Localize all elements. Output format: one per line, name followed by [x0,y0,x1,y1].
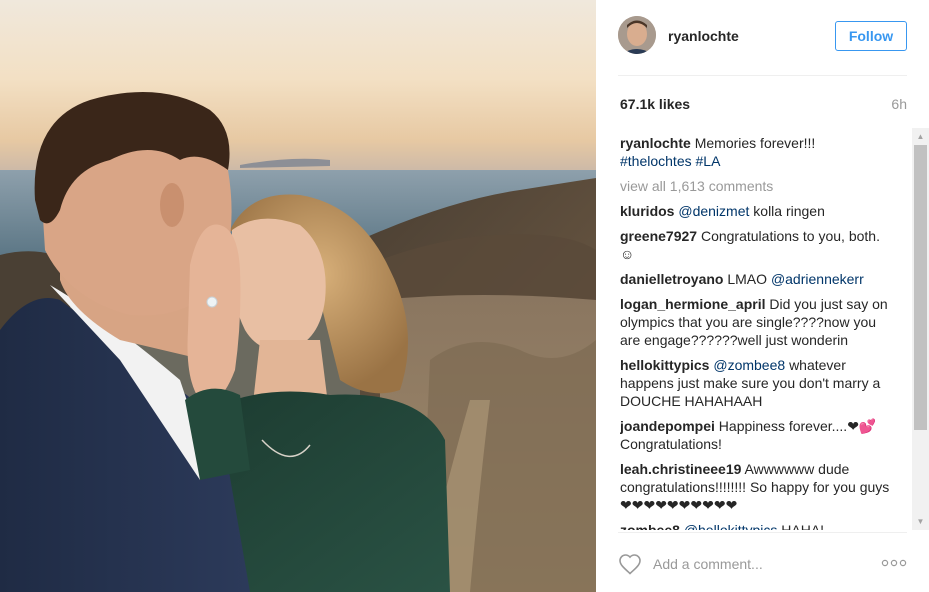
comments-list[interactable]: ryanlochte Memories forever!!! #thelocht… [620,134,890,530]
comment-username[interactable]: leah.christineee19 [620,461,741,477]
author-avatar[interactable] [618,16,656,54]
comment-username[interactable]: joandepompei [620,418,715,434]
comment-mention[interactable]: @adriennekerr [771,271,864,287]
likes-count[interactable]: 67.1k likes [620,96,690,112]
comment-username[interactable]: greene7927 [620,228,697,244]
comment-username[interactable]: kluridos [620,203,674,219]
comment-username[interactable]: danielletroyano [620,271,723,287]
view-all-comments-link[interactable]: view all 1,613 comments [620,177,890,195]
post-timestamp[interactable]: 6h [891,96,907,112]
caption-username[interactable]: ryanlochte [620,135,691,151]
comment-username[interactable]: hellokittypics [620,357,709,373]
likes-row: 67.1k likes 6h [620,96,907,114]
post-details-panel: ryanlochte Follow 67.1k likes 6h ryanloc… [596,0,929,592]
comment-username[interactable]: logan_hermione_april [620,296,765,312]
add-comment-input[interactable] [653,553,873,575]
caption-hashtags[interactable]: #thelochtes #LA [620,153,720,169]
comment-text: HAHA! [781,522,825,530]
scrollbar-thumb[interactable] [914,145,927,430]
comment-mention[interactable]: @hellokittypics [684,522,778,530]
scroll-up-arrow-icon[interactable]: ▲ [912,128,929,145]
caption-text: Memories forever!!! [694,135,816,151]
comment-item: logan_hermione_april Did you just say on… [620,295,890,349]
ellipsis-icon[interactable] [881,556,907,570]
comment-item: leah.christineee19 Awwwwww dude congratu… [620,460,890,514]
comment-text: LMAO [727,271,768,287]
comment-item: zombee8 @hellokittypics HAHA! [620,521,890,530]
comment-item: greene7927 Congratulations to you, both.… [620,227,890,263]
comment-item: kluridos @denizmet kolla ringen [620,202,890,220]
comment-username[interactable]: zombee8 [620,522,680,530]
comment-mention[interactable]: @zombee8 [713,357,785,373]
follow-button[interactable]: Follow [835,21,907,51]
comment-footer [618,532,907,592]
comment-item: danielletroyano LMAO @adriennekerr [620,270,890,288]
comment-item: joandepompei Happiness forever....❤💕 Con… [620,417,890,453]
author-username[interactable]: ryanlochte [668,28,739,44]
heart-outline-icon[interactable] [618,553,642,575]
comment-text: kolla ringen [753,203,825,219]
post-photo[interactable] [0,0,596,592]
post-header: ryanlochte Follow [618,14,907,76]
caption: ryanlochte Memories forever!!! #thelocht… [620,134,890,170]
comment-item: hellokittypics @zombee8 whatever happens… [620,356,890,410]
comments-scrollbar[interactable]: ▲ ▼ [912,128,929,530]
comment-text: Happiness forever....❤💕 [718,418,877,434]
comment-text-continued: Congratulations! [620,436,722,452]
comment-mention[interactable]: @denizmet [678,203,749,219]
scroll-down-arrow-icon[interactable]: ▼ [912,513,929,530]
